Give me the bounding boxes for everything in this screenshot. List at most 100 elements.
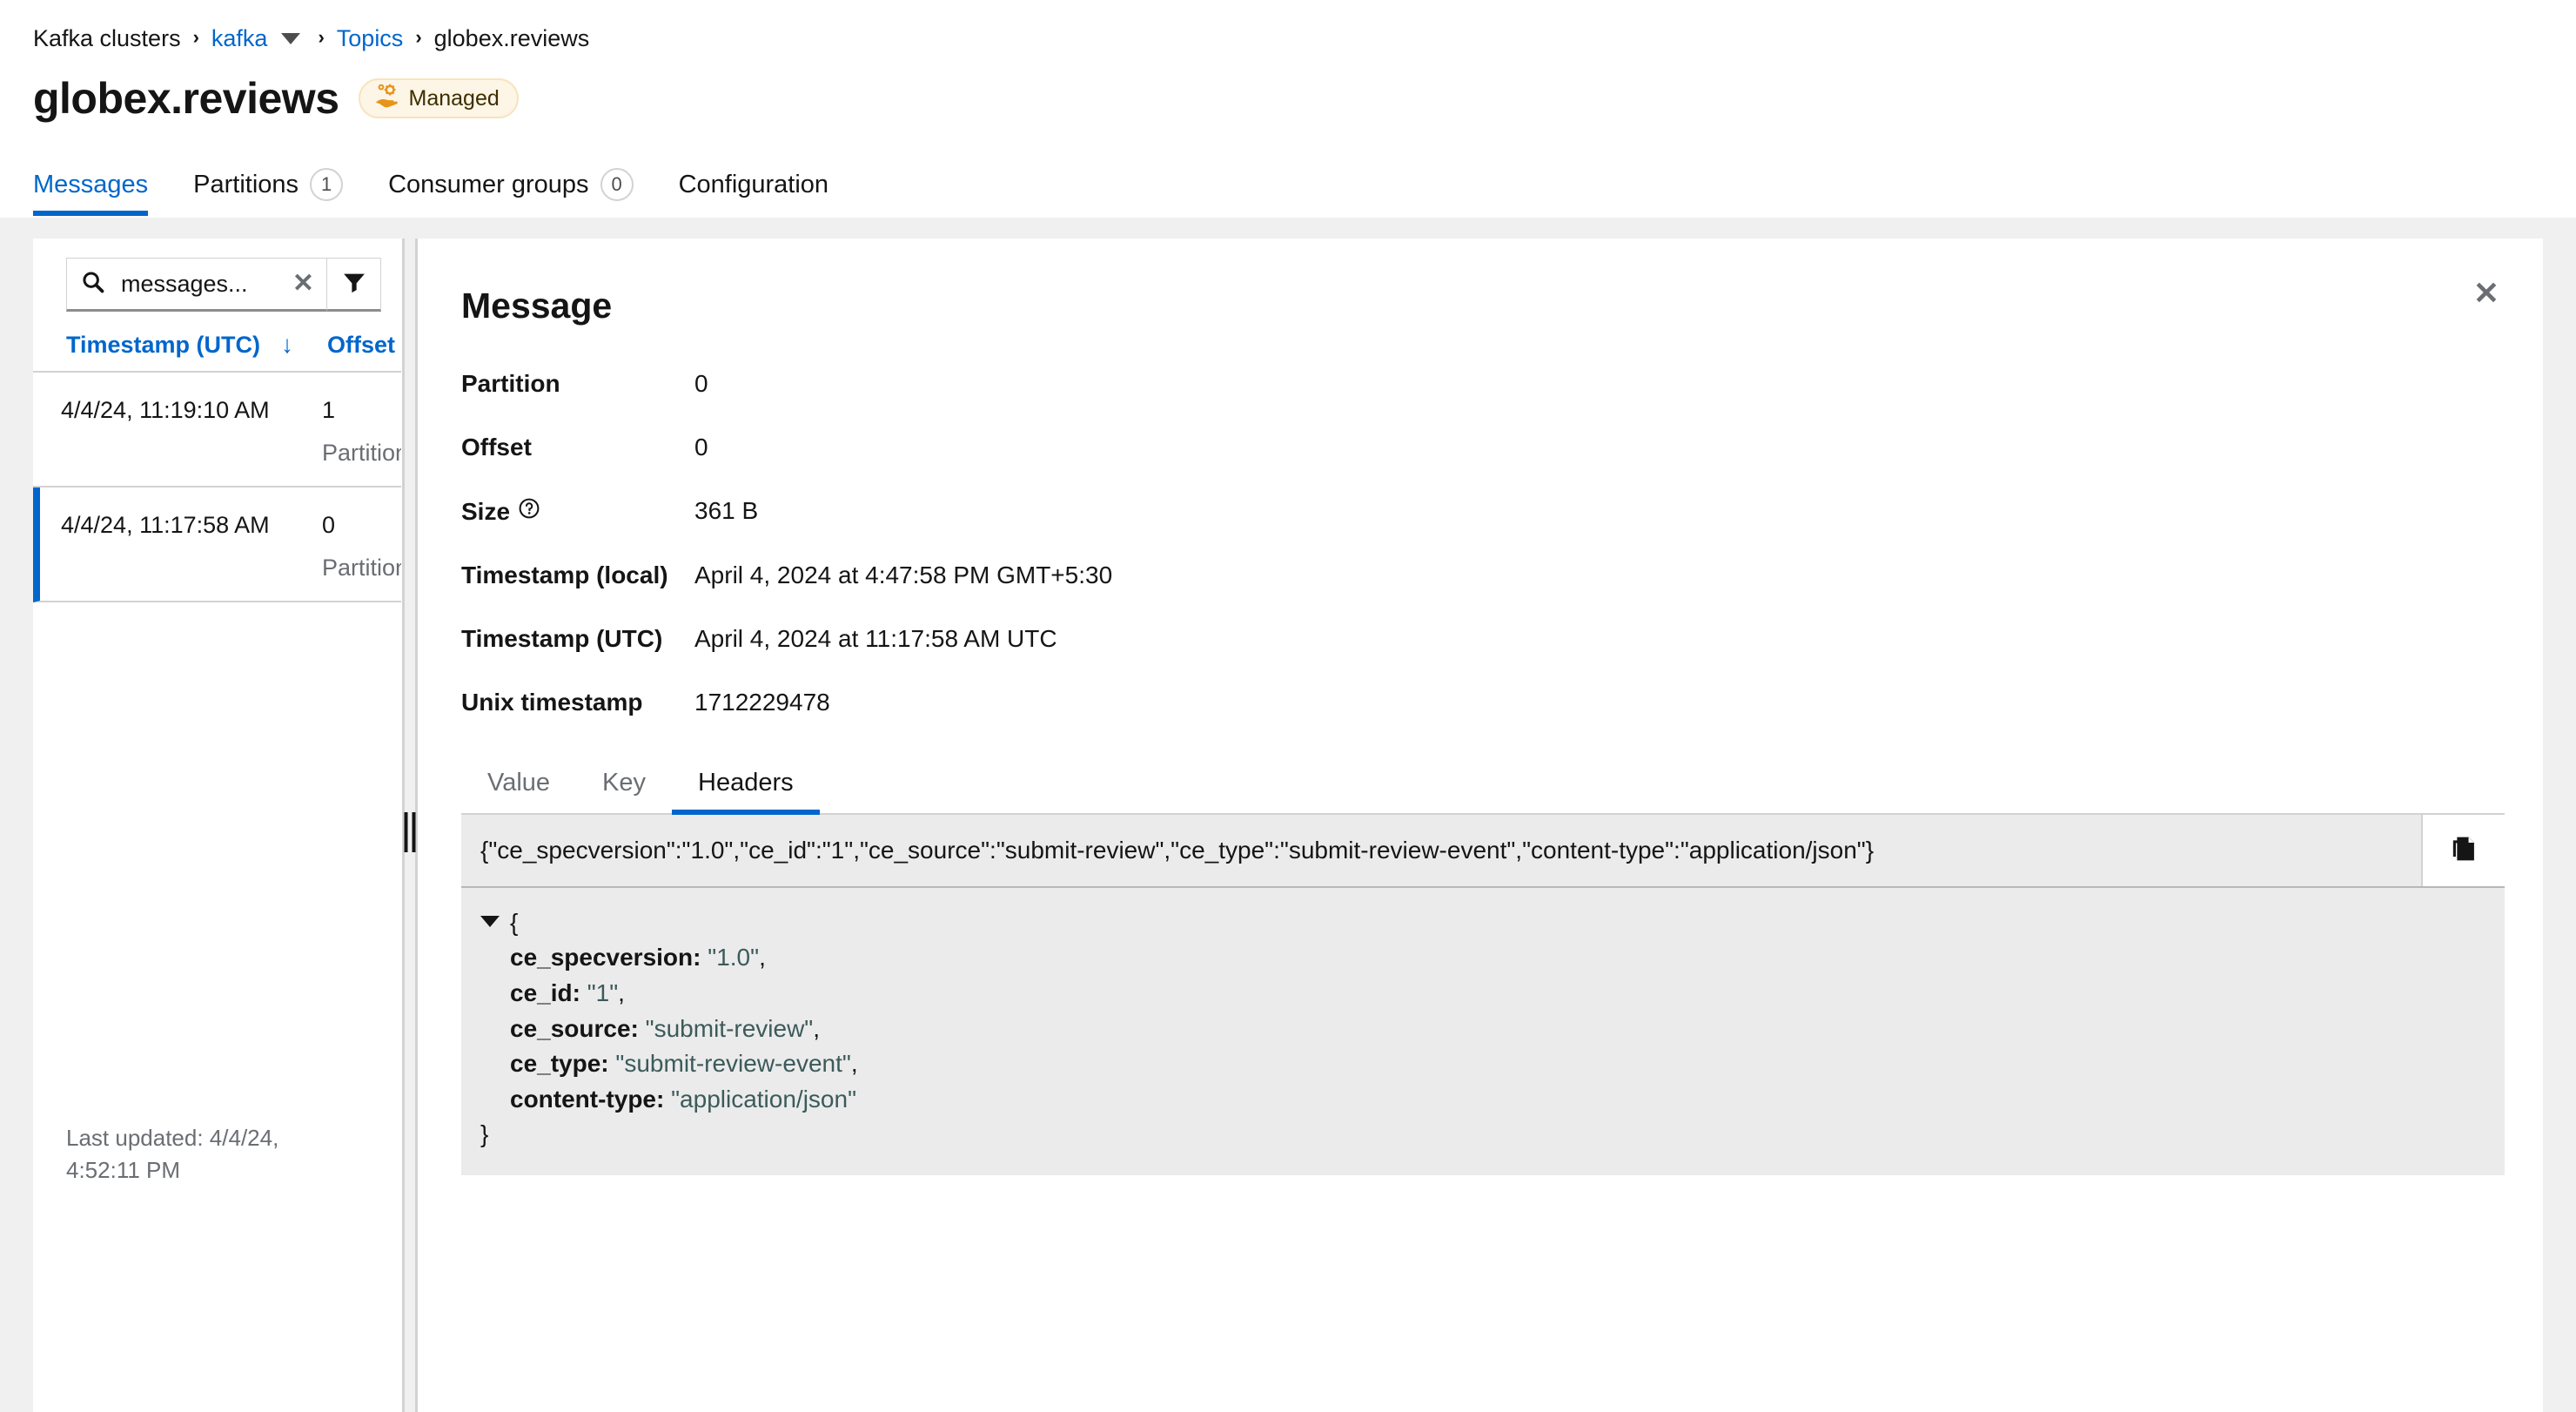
json-entry: ce_source: "submit-review",: [510, 1012, 2485, 1047]
tab-messages[interactable]: Messages: [33, 153, 171, 216]
copy-button[interactable]: [2421, 815, 2505, 886]
field-timestamp-utc-label: Timestamp (UTC): [461, 625, 663, 652]
json-entries: ce_specversion: "1.0", ce_id: "1", ce_so…: [480, 940, 2485, 1117]
column-header-offset-label: Offset: [327, 331, 396, 358]
field-partition: Partition 0: [461, 370, 2505, 398]
json-entry: ce_specversion: "1.0",: [510, 940, 2485, 976]
search-icon: [81, 270, 105, 299]
detail-title: Message: [461, 286, 613, 326]
filter-icon: [341, 269, 367, 299]
tab-configuration[interactable]: Configuration: [656, 153, 852, 216]
search-input[interactable]: [121, 270, 269, 298]
tab-consumer-groups[interactable]: Consumer groups 0: [366, 153, 656, 216]
json-entry: content-type: "application/json": [510, 1082, 2485, 1118]
tab-partitions-label: Partitions: [193, 170, 299, 198]
row-offset: 0: [322, 512, 336, 538]
tab-key[interactable]: Key: [576, 752, 672, 813]
breadcrumb-separator-icon-3: ›: [415, 26, 422, 48]
grip-icon: [404, 812, 416, 852]
json-key: ce_type:: [510, 1050, 609, 1078]
chevron-down-icon[interactable]: [281, 32, 301, 44]
json-close-brace: }: [480, 1120, 489, 1148]
table-header-row: Timestamp (UTC) ↓ Offset: [33, 331, 401, 373]
json-comma: ,: [618, 978, 625, 1006]
json-comma: ,: [813, 1014, 821, 1042]
topic-tabs: Messages Partitions 1 Consumer groups 0 …: [0, 151, 2576, 218]
column-header-timestamp-label: Timestamp (UTC): [66, 331, 261, 358]
json-key: ce_id:: [510, 978, 580, 1006]
breadcrumb-item-kafka[interactable]: kafka: [211, 25, 268, 52]
field-offset-label: Offset: [461, 434, 532, 461]
messages-list-pane: ✕ Timestamp (UTC) ↓: [33, 239, 402, 1412]
json-tree-viewer: { ce_specversion: "1.0", ce_id: "1", ce_…: [461, 887, 2505, 1175]
clear-search-icon[interactable]: ✕: [292, 271, 314, 297]
json-root-open: {: [480, 905, 2485, 941]
column-header-offset[interactable]: Offset: [327, 331, 401, 359]
field-timestamp-utc: Timestamp (UTC) April 4, 2024 at 11:17:5…: [461, 625, 2505, 653]
breadcrumb-item-current: globex.reviews: [433, 24, 590, 51]
json-comma: ,: [759, 944, 766, 972]
chevron-down-icon[interactable]: [480, 915, 500, 927]
row-offset-cell: 1 Partition 0: [322, 392, 401, 467]
field-timestamp-local-label: Timestamp (local): [461, 561, 668, 588]
messages-table: Timestamp (UTC) ↓ Offset 4/4/24, 11:19:1…: [33, 331, 401, 602]
messages-toolbar: ✕: [33, 239, 401, 331]
field-timestamp-local-value: April 4, 2024 at 4:47:58 PM GMT+5:30: [694, 561, 1113, 588]
json-value: "submit-review-event": [615, 1050, 851, 1078]
field-offset-value: 0: [694, 434, 708, 461]
field-offset: Offset 0: [461, 434, 2505, 461]
json-key: content-type:: [510, 1085, 665, 1113]
split-panes: ✕ Timestamp (UTC) ↓: [33, 239, 2543, 1412]
field-unix-timestamp-label: Unix timestamp: [461, 689, 643, 716]
table-row[interactable]: 4/4/24, 11:17:58 AM 0 Partition 0: [33, 487, 401, 602]
message-detail-pane: ✕ Message Partition 0 Offset 0 Size 361 …: [418, 239, 2543, 1412]
breadcrumb-item-topics[interactable]: Topics: [337, 25, 404, 52]
managed-gears-hand-icon: [374, 83, 400, 115]
json-entry: ce_id: "1",: [510, 976, 2485, 1012]
json-value: "application/json": [671, 1085, 857, 1113]
close-detail-button[interactable]: ✕: [2461, 268, 2512, 319]
detail-fields: Partition 0 Offset 0 Size 361 B Timestam…: [461, 370, 2505, 716]
field-partition-label: Partition: [461, 370, 560, 397]
json-root-close: }: [480, 1117, 2485, 1153]
breadcrumb-item-kafka-clusters[interactable]: Kafka clusters: [33, 25, 181, 52]
field-unix-timestamp-value: 1712229478: [694, 689, 830, 716]
search-box[interactable]: ✕: [66, 258, 327, 312]
tab-partitions[interactable]: Partitions 1: [171, 153, 366, 216]
help-circle-icon[interactable]: [518, 497, 540, 526]
tab-consumer-groups-count: 0: [600, 168, 634, 201]
json-value: "1": [587, 978, 619, 1006]
field-size-label-wrap: Size: [461, 497, 694, 526]
row-offset-cell: 0 Partition 0: [322, 507, 401, 582]
breadcrumb: Kafka clusters › kafka › Topics › globex…: [0, 0, 2576, 54]
table-row[interactable]: 4/4/24, 11:19:10 AM 1 Partition 0: [33, 373, 401, 487]
json-value: "submit-review": [645, 1014, 814, 1042]
row-timestamp: 4/4/24, 11:19:10 AM: [61, 397, 270, 423]
json-key: ce_specversion:: [510, 944, 701, 972]
json-open-brace: {: [510, 908, 519, 936]
field-timestamp-utc-value: April 4, 2024 at 11:17:58 AM UTC: [694, 625, 1057, 652]
tab-value[interactable]: Value: [461, 752, 576, 813]
column-header-timestamp[interactable]: Timestamp (UTC) ↓: [66, 331, 327, 359]
page-header: globex.reviews Managed: [0, 54, 2576, 124]
field-size-label: Size: [461, 497, 511, 525]
json-entry: ce_type: "submit-review-event",: [510, 1046, 2485, 1082]
raw-payload-row: {"ce_specversion":"1.0","ce_id":"1","ce_…: [461, 815, 2505, 888]
pane-resize-handle[interactable]: [402, 239, 418, 1412]
status-badge: Managed: [358, 78, 519, 118]
filter-button[interactable]: [327, 258, 381, 312]
content-area: ✕ Timestamp (UTC) ↓: [0, 218, 2576, 1412]
field-unix-timestamp: Unix timestamp 1712229478: [461, 689, 2505, 716]
tab-headers[interactable]: Headers: [672, 752, 820, 815]
tab-consumer-groups-label: Consumer groups: [388, 170, 589, 198]
last-updated-label: Last updated: 4/4/24, 4:52:11 PM: [66, 1125, 279, 1183]
json-value: "1.0": [708, 944, 760, 972]
json-comma: ,: [850, 1050, 858, 1078]
row-offset: 1: [322, 397, 336, 423]
row-timestamp: 4/4/24, 11:17:58 AM: [61, 512, 270, 538]
breadcrumb-separator-icon-2: ›: [318, 26, 325, 48]
tab-value-label: Value: [487, 768, 551, 797]
sort-descending-icon: ↓: [281, 331, 294, 358]
page-title: globex.reviews: [33, 74, 339, 123]
raw-payload-text: {"ce_specversion":"1.0","ce_id":"1","ce_…: [480, 837, 1875, 864]
